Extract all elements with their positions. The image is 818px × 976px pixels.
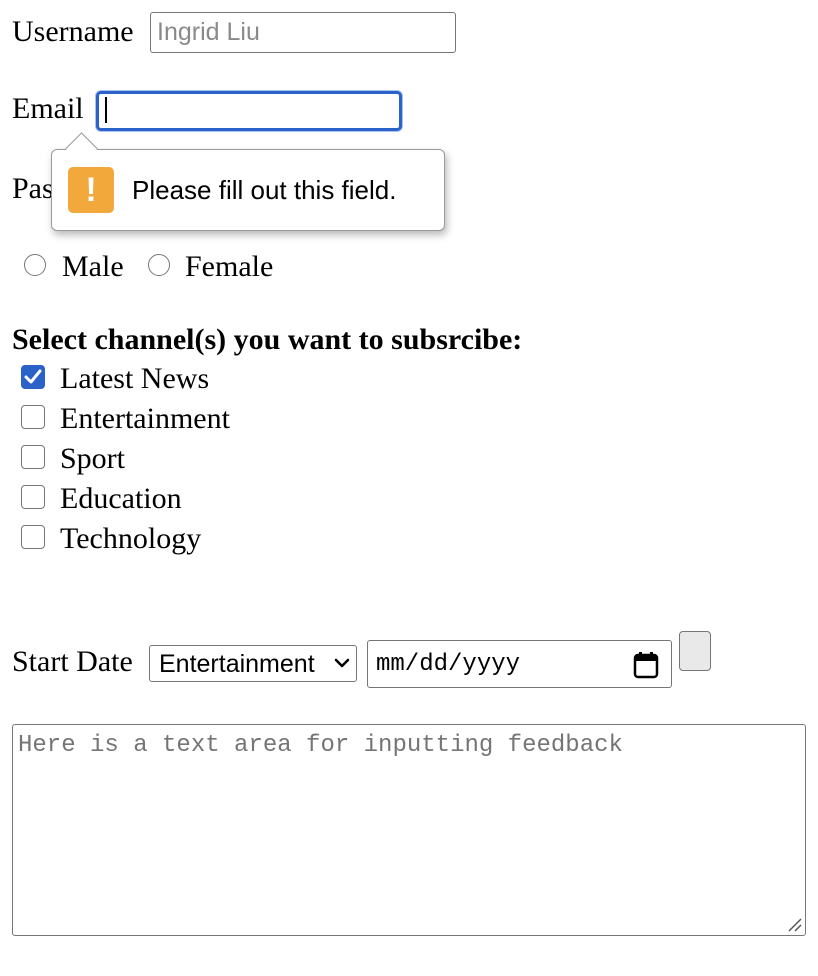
checkbox-education[interactable] (21, 485, 45, 509)
radio-male-label: Male (62, 250, 124, 283)
radio-female[interactable] (148, 254, 170, 276)
checkbox-sport-label: Sport (60, 442, 126, 475)
checkbox-latest-news-label: Latest News (60, 362, 210, 395)
chevron-down-icon (334, 658, 350, 668)
start-date-label: Start Date (12, 645, 133, 678)
checkbox-technology-label: Technology (60, 522, 202, 555)
feedback-textarea[interactable] (12, 724, 806, 936)
tooltip-message: Please fill out this field. (132, 175, 397, 205)
checkbox-entertainment-label: Entertainment (60, 402, 230, 435)
checkbox-sport[interactable] (21, 445, 45, 469)
tooltip-arrow (65, 132, 98, 165)
radio-male[interactable] (24, 254, 46, 276)
checkbox-latest-news[interactable] (21, 365, 45, 389)
channels-heading: Select channel(s) you want to subsrcibe: (12, 323, 523, 356)
email-input[interactable] (96, 91, 402, 131)
validation-tooltip: ! Please fill out this field. (51, 132, 445, 231)
date-placeholder: mm/dd/yyyy (376, 651, 521, 678)
resize-grip-icon[interactable] (786, 916, 802, 932)
small-button[interactable] (679, 631, 711, 671)
password-label: Pas (12, 172, 54, 205)
channel-select[interactable]: Entertainment (149, 645, 357, 682)
checkbox-technology[interactable] (21, 525, 45, 549)
checkbox-entertainment[interactable] (21, 405, 45, 429)
email-label: Email (12, 92, 84, 125)
checkmark-icon (24, 369, 42, 384)
radio-female-label: Female (185, 250, 274, 283)
checkbox-education-label: Education (60, 482, 182, 515)
username-input[interactable] (150, 12, 456, 53)
warning-icon: ! (68, 167, 114, 213)
start-date-input[interactable]: mm/dd/yyyy (367, 640, 672, 688)
channel-select-value: Entertainment (159, 650, 315, 678)
username-label: Username (12, 15, 134, 48)
calendar-icon[interactable] (633, 651, 659, 679)
text-caret (105, 97, 107, 123)
